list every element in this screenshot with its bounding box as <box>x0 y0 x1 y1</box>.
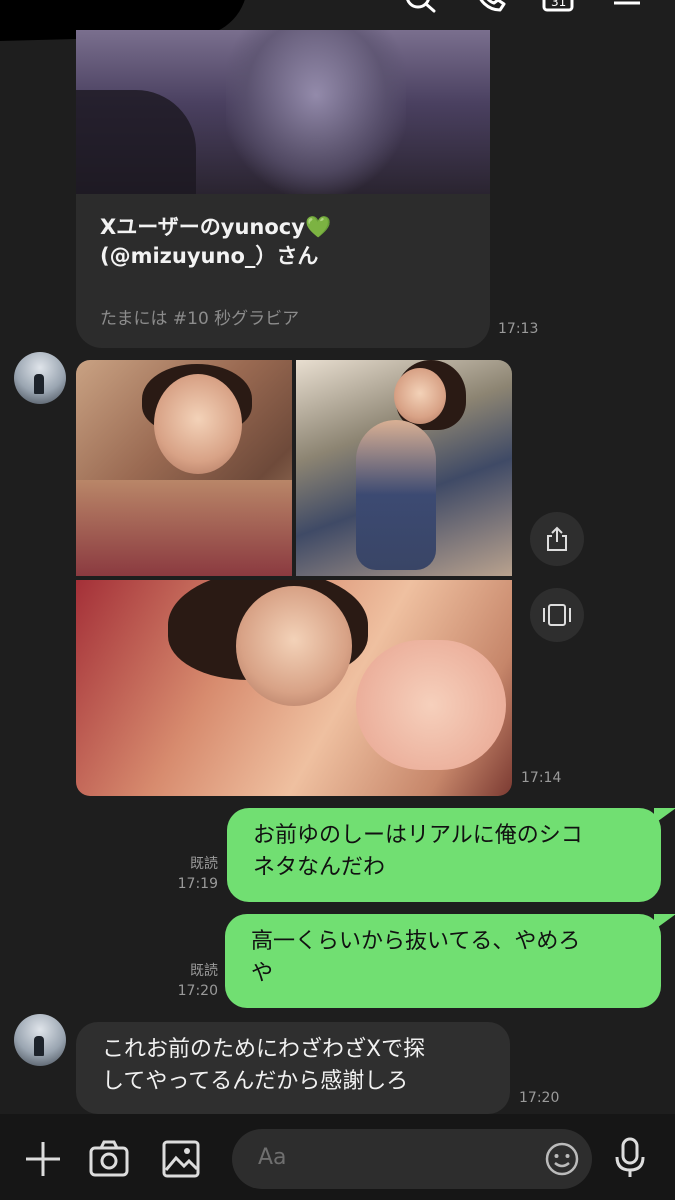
phone-icon[interactable] <box>472 0 512 18</box>
album-icon[interactable] <box>530 588 584 642</box>
plus-icon[interactable] <box>22 1138 64 1184</box>
svg-text:31: 31 <box>551 0 566 9</box>
message-time: 17:14 <box>521 770 562 786</box>
avatar[interactable] <box>14 1014 66 1066</box>
message-meta: 既読 17:20 <box>177 963 218 999</box>
avatar[interactable] <box>14 352 66 404</box>
image-icon[interactable] <box>160 1138 202 1184</box>
photo-thumbnail[interactable] <box>76 580 512 796</box>
menu-icon[interactable] <box>610 0 650 18</box>
message-input[interactable]: Aa <box>232 1129 592 1189</box>
mic-icon[interactable] <box>612 1136 648 1184</box>
share-icon[interactable] <box>530 512 584 566</box>
photo-thumbnail[interactable] <box>76 360 292 576</box>
camera-icon[interactable] <box>88 1138 130 1184</box>
message-bubble[interactable]: これお前のためにわざわざXで探 してやってるんだから感謝しろ <box>76 1022 510 1114</box>
message-time: 17:13 <box>498 321 539 337</box>
link-preview-subtitle: たまには #10 秒グラビア <box>100 309 300 329</box>
message-meta: 既読 17:19 <box>177 856 218 892</box>
bubble-tail <box>654 808 675 824</box>
bubble-tail <box>654 914 675 930</box>
link-preview-card[interactable]: Xユーザーのyunocy💚 (@mizuyuno_）さん たまには #10 秒グ… <box>76 30 490 348</box>
calendar-icon[interactable]: 31 <box>540 0 580 18</box>
green-heart-icon: 💚 <box>304 215 332 239</box>
message-time: 17:20 <box>519 1090 560 1106</box>
emoji-icon[interactable] <box>544 1141 580 1181</box>
link-preview-image <box>76 30 490 194</box>
message-bubble[interactable]: お前ゆのしーはリアルに俺のシコ ネタなんだわ <box>227 808 661 902</box>
photo-thumbnail[interactable] <box>296 360 512 576</box>
message-bubble[interactable]: 高一くらいから抜いてる、やめろ や <box>225 914 661 1008</box>
search-icon[interactable] <box>400 0 440 18</box>
link-preview-title: Xユーザーのyunocy💚 (@mizuyuno_）さん <box>100 215 332 268</box>
